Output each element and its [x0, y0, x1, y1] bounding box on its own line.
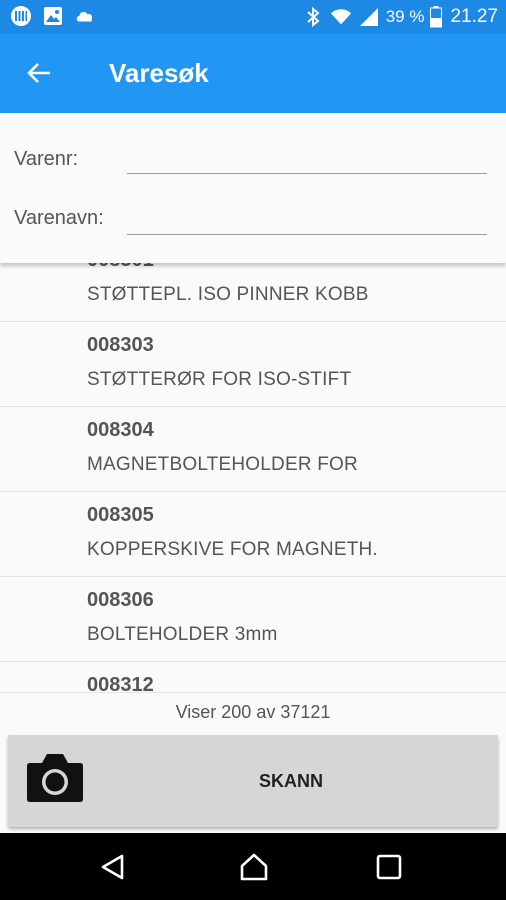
item-number: 008304: [87, 419, 154, 441]
arrow-left-icon: [27, 63, 50, 83]
search-panel: Varenr: Varenavn:: [0, 113, 506, 263]
battery-percent: 39 %: [385, 7, 425, 26]
item-name: BOLTEHOLDER 3mm: [87, 624, 278, 645]
item-name-label: Varenavn:: [14, 207, 104, 229]
item-number: 008306: [87, 589, 154, 611]
app-bar: Varesøk: [0, 34, 506, 113]
notification-icons: [10, 5, 96, 27]
list-item[interactable]: 008303 STØTTERØR FOR ISO-STIFT: [0, 322, 506, 407]
result-count: Viser 200 av 37121: [0, 692, 506, 730]
wifi-icon: [330, 9, 351, 25]
item-number: 008312: [87, 674, 154, 692]
item-name: STØTTEPL. ISO PINNER KOBB: [87, 284, 369, 305]
scan-label: SKANN: [258, 771, 323, 791]
item-name: KOPPERSKIVE FOR MAGNETH.: [87, 539, 378, 560]
list-item[interactable]: 008305 KOPPERSKIVE FOR MAGNETH.: [0, 492, 506, 577]
status-bar: 39 % 21.27: [0, 0, 506, 34]
list-item[interactable]: 008301 STØTTEPL. ISO PINNER KOBB: [0, 263, 506, 322]
list-item[interactable]: 008312: [0, 662, 506, 692]
home-icon[interactable]: [238, 851, 270, 883]
page-title: Varesøk: [109, 58, 209, 88]
results-list[interactable]: 008301 STØTTEPL. ISO PINNER KOBB 008303 …: [0, 263, 506, 692]
back-triangle-icon[interactable]: [98, 851, 130, 883]
item-name-field[interactable]: [127, 205, 487, 235]
clock: 21.27: [450, 6, 498, 27]
cloud-icon: [76, 11, 93, 22]
item-number-field[interactable]: [127, 144, 487, 174]
screen: 39 % 21.27 Varesøk Varenr: Varenavn: 008…: [0, 0, 506, 900]
signal-icon: [359, 8, 378, 26]
scan-button[interactable]: SKANN: [8, 735, 498, 827]
item-number: 008305: [87, 504, 154, 526]
item-number: 008301: [87, 263, 154, 272]
item-name: MAGNETBOLTEHOLDER FOR: [87, 454, 358, 475]
item-number: 008303: [87, 334, 154, 356]
recents-icon[interactable]: [373, 851, 405, 883]
back-button[interactable]: [18, 52, 60, 94]
list-item[interactable]: 008306 BOLTEHOLDER 3mm: [0, 577, 506, 662]
system-icons: 39 % 21.27: [302, 4, 498, 30]
battery-icon: [430, 6, 443, 28]
item-number-label: Varenr:: [14, 148, 79, 170]
list-item[interactable]: 008304 MAGNETBOLTEHOLDER FOR: [0, 407, 506, 492]
app-notification-icon: [11, 6, 31, 26]
navigation-bar: [0, 833, 506, 900]
image-icon: [44, 7, 62, 25]
item-name: STØTTERØR FOR ISO-STIFT: [87, 369, 352, 390]
bluetooth-icon: [307, 6, 320, 28]
